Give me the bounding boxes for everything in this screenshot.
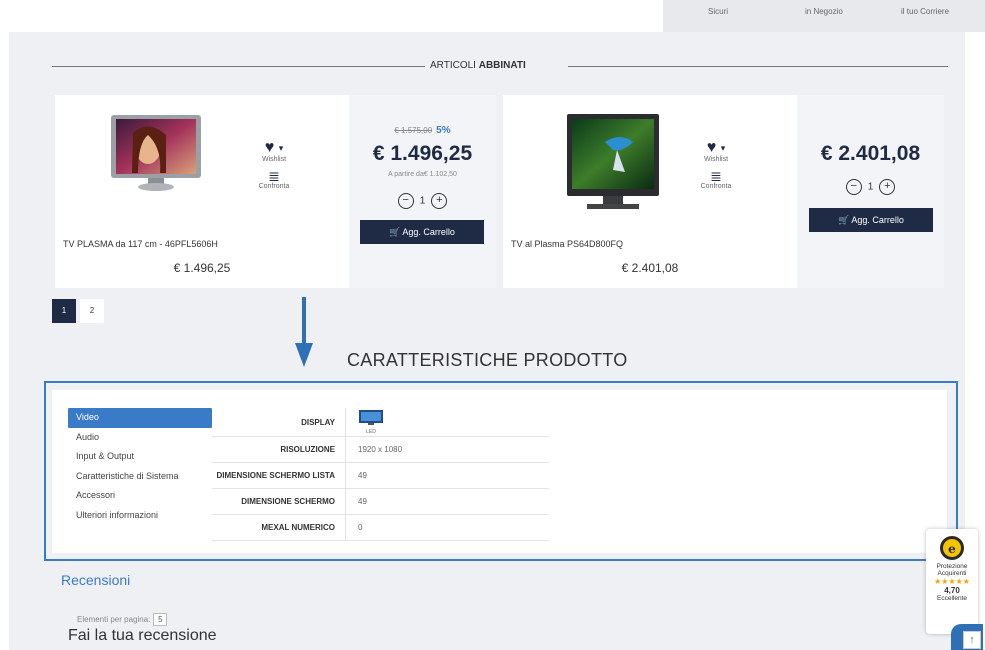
compare-label[interactable]: Confronta — [686, 183, 746, 190]
tab-more-info[interactable]: Ulteriori informazioni — [68, 506, 212, 526]
spec-value: 0 — [358, 523, 363, 532]
spec-row: DIMENSIONE SCHERMO 49 — [212, 489, 549, 515]
top-benefits-strip: Sicuri in Negozio il tuo Corriere — [663, 0, 985, 32]
spec-label: DIMENSIONE SCHERMO LISTA — [212, 463, 346, 488]
cart-icon: 🛒 — [838, 215, 850, 225]
cart-icon: 🛒 — [389, 227, 401, 237]
spec-row: MEXAL NUMERICO 0 — [212, 515, 549, 541]
quantity-stepper: −1 + — [349, 193, 496, 209]
tab-system-features[interactable]: Caratteristiche di Sistema — [68, 467, 212, 487]
led-display-icon: LED — [346, 409, 384, 436]
section-title: ARTICOLI ABBINATI — [430, 60, 526, 71]
spec-label: RISOLUZIONE — [212, 437, 346, 462]
tab-input-output[interactable]: Input & Output — [68, 447, 212, 467]
spec-row: DISPLAY LED — [212, 408, 549, 437]
product-name[interactable]: TV PLASMA da 117 cm - 46PFL5606H — [63, 239, 218, 249]
product-name[interactable]: TV al Plasma PS64D800FQ — [511, 239, 623, 249]
spec-label: DIMENSIONE SCHERMO — [212, 489, 346, 514]
wishlist-compare: ♥ ▾ Wishlist ≣ Confronta — [686, 140, 746, 191]
spec-value: 49 — [358, 497, 367, 506]
per-page-control: Elementi per pagina: 5 — [77, 613, 168, 626]
page-2-button[interactable]: 2 — [80, 299, 104, 323]
product-price: € 2.401,08 — [621, 261, 679, 275]
quantity-stepper: −1 + — [797, 179, 944, 195]
benefit-label: il tuo Corriere — [901, 7, 950, 16]
old-price-row: € 1.575,00 5% — [349, 125, 496, 136]
compare-label[interactable]: Confronta — [244, 183, 304, 190]
display-type-caption: LED — [366, 428, 376, 435]
section-title-light: ARTICOLI — [430, 60, 476, 71]
from-price: A partire da€ 1.102,50 — [388, 171, 457, 178]
minus-icon[interactable]: − — [397, 193, 414, 209]
minus-icon[interactable]: − — [845, 179, 862, 195]
product-image[interactable] — [108, 113, 204, 195]
spec-row: DIMENSIONE SCHERMO LISTA 49 — [212, 463, 549, 489]
compare-icon[interactable]: ≣ — [244, 169, 304, 183]
wishlist-compare: ♥ ▾ Wishlist ≣ Confronta — [244, 140, 304, 191]
page-1-button[interactable]: 1 — [52, 299, 76, 323]
wishlist-label[interactable]: Wishlist — [244, 156, 304, 163]
per-page-label: Elementi per pagina: — [77, 615, 151, 624]
heart-icon[interactable]: ♥ ▾ — [686, 140, 746, 156]
tab-accessories[interactable]: Accessori — [68, 486, 212, 506]
rating-score: 4,70 — [944, 586, 960, 595]
cart-label: Agg. Carrello — [851, 215, 904, 225]
cart-label: Agg. Carrello — [402, 227, 455, 237]
accessibility-icon[interactable]: ↑ — [963, 631, 981, 649]
spec-value: 49 — [358, 471, 367, 480]
tab-audio[interactable]: Audio — [68, 428, 212, 448]
arrow-down-icon — [295, 297, 313, 367]
divider — [568, 66, 948, 67]
svg-text:e: e — [948, 542, 956, 556]
compare-icon[interactable]: ≣ — [686, 169, 746, 183]
price-panel: € 2.401,08 −1 + 🛒 Agg. Carrello — [797, 95, 944, 288]
benefit-label: Sicuri — [708, 7, 729, 16]
price-panel: € 1.575,00 5% € 1.496,25 A partire da€ 1.… — [349, 95, 496, 288]
heart-icon[interactable]: ♥ ▾ — [244, 140, 304, 156]
divider — [52, 66, 425, 67]
plus-icon[interactable]: + — [431, 193, 448, 209]
benefit-label: in Negozio — [805, 7, 843, 16]
badge-line: Acquirenti — [937, 570, 967, 577]
quantity-value[interactable]: 1 — [868, 182, 874, 193]
tab-video[interactable]: Video — [68, 408, 212, 428]
badge-line: Protezione — [936, 563, 968, 570]
section-title-bold: ABBINATI — [478, 60, 526, 71]
current-price: € 1.496,25 — [372, 142, 473, 165]
discount-badge: 5% — [436, 125, 451, 136]
old-price: € 1.575,00 — [394, 126, 433, 135]
reviews-title: Recensioni — [61, 572, 131, 588]
quantity-value[interactable]: 1 — [420, 196, 426, 207]
spec-label: DISPLAY — [212, 408, 346, 436]
write-review-title: Fai la tua recensione — [68, 627, 217, 644]
features-title: CARATTERISTICHE PRODOTTO — [347, 350, 628, 370]
product-price: € 1.496,25 — [173, 261, 231, 275]
features-tabs: Video Audio Input & Output Caratteristic… — [68, 408, 212, 525]
per-page-select[interactable]: 5 — [153, 613, 168, 626]
spec-value: 1920 x 1080 — [358, 445, 403, 454]
spec-row: RISOLUZIONE 1920 x 1080 — [212, 437, 549, 463]
add-to-cart-button[interactable]: 🛒 Agg. Carrello — [360, 220, 484, 244]
add-to-cart-button[interactable]: 🛒 Agg. Carrello — [809, 208, 933, 232]
rating-label: Eccellente — [937, 595, 967, 602]
trusted-shops-icon: e — [940, 536, 964, 560]
spec-table: DISPLAY LED RISOLUZIONE 1920 x 1080 DIME… — [212, 408, 549, 541]
spec-label: MEXAL NUMERICO — [212, 515, 346, 540]
current-price: € 2.401,08 — [820, 142, 921, 165]
rating-stars: ★★★★★ — [934, 577, 970, 586]
trust-badge[interactable]: e Protezione Acquirenti ★★★★★ 4,70 Eccel… — [926, 529, 978, 634]
plus-icon[interactable]: + — [879, 179, 896, 195]
product-image[interactable] — [565, 112, 661, 216]
wishlist-label[interactable]: Wishlist — [686, 156, 746, 163]
